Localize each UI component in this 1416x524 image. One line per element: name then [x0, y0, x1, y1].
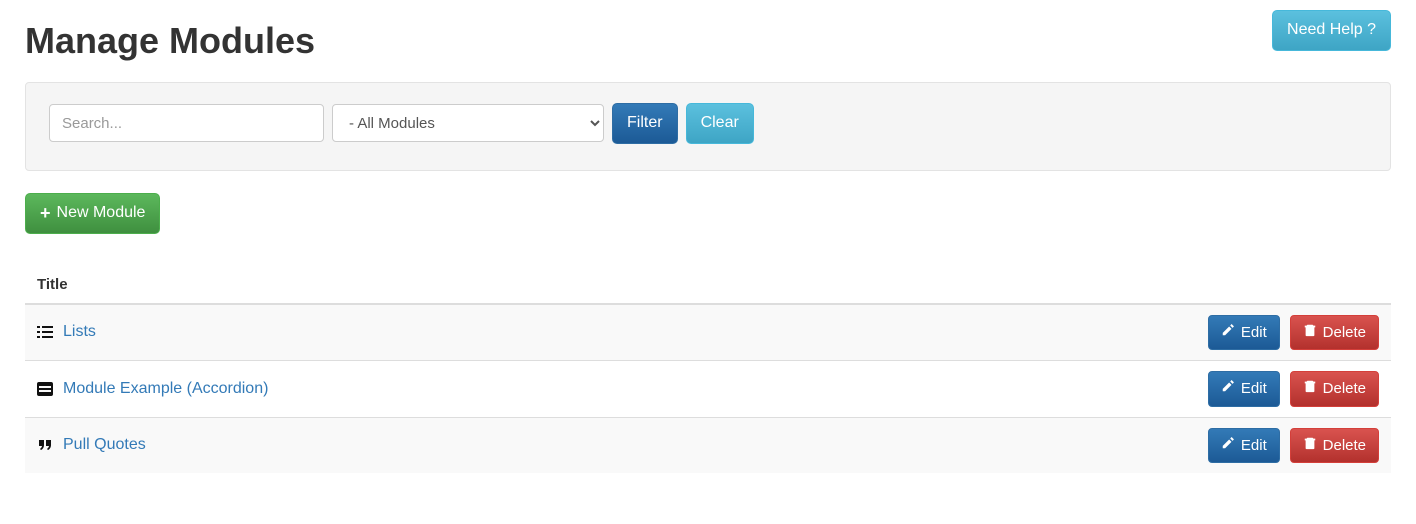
module-select[interactable]: - All Modules: [332, 104, 604, 142]
trash-icon: [1303, 322, 1317, 343]
delete-button[interactable]: Delete: [1290, 428, 1379, 463]
module-title-link[interactable]: Module Example (Accordion): [63, 380, 268, 398]
clear-button[interactable]: Clear: [686, 103, 754, 144]
edit-button[interactable]: Edit: [1208, 315, 1280, 350]
trash-icon: [1303, 435, 1317, 456]
edit-label: Edit: [1241, 378, 1267, 399]
delete-button[interactable]: Delete: [1290, 315, 1379, 350]
pencil-icon: [1221, 435, 1235, 456]
modules-table: Title Lists Edit Delete: [25, 266, 1391, 473]
table-header-title: Title: [25, 266, 799, 304]
pencil-icon: [1221, 378, 1235, 399]
delete-label: Delete: [1323, 322, 1366, 343]
pencil-icon: [1221, 322, 1235, 343]
module-title-link[interactable]: Pull Quotes: [63, 436, 146, 454]
trash-icon: [1303, 378, 1317, 399]
edit-label: Edit: [1241, 435, 1267, 456]
page-title: Manage Modules: [25, 20, 315, 62]
new-module-label: New Module: [57, 202, 146, 225]
accordion-icon: [37, 381, 55, 397]
delete-label: Delete: [1323, 378, 1366, 399]
search-input[interactable]: [49, 104, 324, 142]
filter-button[interactable]: Filter: [612, 103, 678, 144]
filter-panel: - All Modules Filter Clear: [25, 82, 1391, 171]
table-row: Pull Quotes Edit Delete: [25, 417, 1391, 473]
new-module-button[interactable]: + New Module: [25, 193, 160, 234]
quote-icon: [37, 437, 55, 453]
delete-label: Delete: [1323, 435, 1366, 456]
delete-button[interactable]: Delete: [1290, 371, 1379, 406]
table-row: Lists Edit Delete: [25, 304, 1391, 361]
edit-label: Edit: [1241, 322, 1267, 343]
table-row: Module Example (Accordion) Edit Delete: [25, 361, 1391, 417]
edit-button[interactable]: Edit: [1208, 371, 1280, 406]
need-help-button[interactable]: Need Help ?: [1272, 10, 1391, 51]
plus-icon: +: [40, 204, 51, 222]
module-title-link[interactable]: Lists: [63, 323, 96, 341]
list-icon: [37, 324, 55, 340]
table-header-actions: [799, 266, 1391, 304]
edit-button[interactable]: Edit: [1208, 428, 1280, 463]
